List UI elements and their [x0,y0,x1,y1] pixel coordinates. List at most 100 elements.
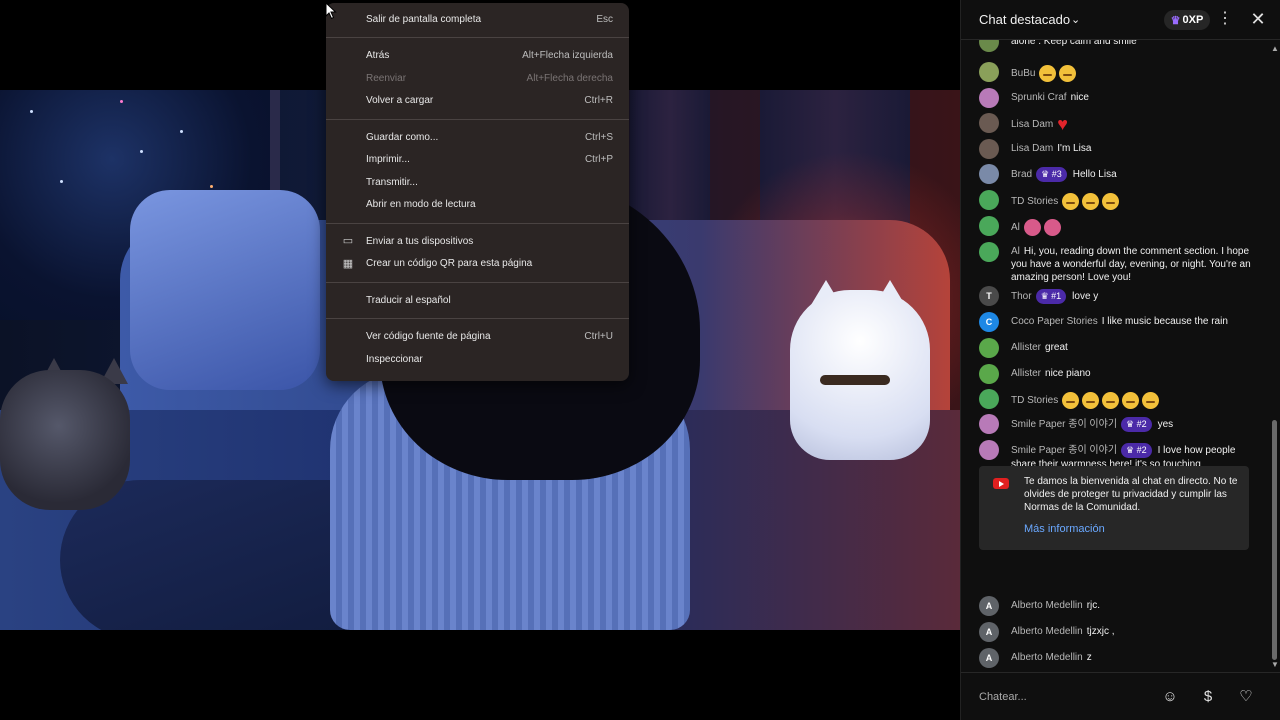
xp-badge[interactable]: ♛ 0XP [1164,10,1210,30]
menu-item[interactable]: Ver código fuente de página Ctrl+U [326,326,629,349]
message-body: Al [1011,219,1251,236]
avatar[interactable] [979,389,999,409]
scroll-up-icon[interactable]: ▲ [1271,44,1279,53]
chat-scrollbar[interactable]: ▲ ▼ [1269,40,1279,672]
screen: Salir de pantalla completa Esc Atrás Alt+Fl… [0,0,1280,720]
more-info-link[interactable]: Más información [1024,523,1105,535]
avatar[interactable] [979,113,999,133]
super-chat-icon[interactable]: $ [1197,686,1219,708]
author-name[interactable]: BuBu [1011,68,1035,79]
context-menu: Salir de pantalla completa Esc Atrás Alt+Fl… [326,3,629,381]
message-body: Allister nice piano [1011,367,1251,380]
message-text: I'm Lisa [1057,143,1092,154]
avatar[interactable] [979,216,999,236]
author-name[interactable]: Brad [1011,169,1032,180]
author-name[interactable]: Lisa Dam [1011,143,1053,154]
avatar[interactable]: A [979,596,999,616]
message-body: TD Stories [1011,193,1251,210]
avatar[interactable] [979,414,999,434]
menu-item-label: Inspeccionar [366,353,423,365]
message-text: rjc. [1086,600,1101,611]
sleepy-face-emoji [1062,193,1080,210]
menu-item-shortcut: Alt+Flecha derecha [526,72,613,84]
author-name[interactable]: Smile Paper 종이 이야기 [1011,445,1117,456]
author-name[interactable]: Allister [1011,368,1041,379]
menu-item-shortcut: Ctrl+S [584,131,613,143]
message-body: Sprunki Craf nice [1011,91,1251,104]
sad-face-emoji [1039,65,1057,82]
message-text: Hello Lisa [1072,169,1117,181]
couple-emoji [1043,219,1061,236]
menu-item-shortcut: Esc [596,13,613,25]
more-options-icon[interactable]: ⋮ [1217,10,1233,28]
close-icon[interactable]: ✕ [1249,9,1267,29]
avatar[interactable] [979,364,999,384]
menu-item-label: Imprimir... [366,154,410,166]
member-badge: ♛ #2 [1121,443,1152,458]
menu-item-label: Abrir en modo de lectura [366,199,476,211]
message-body: Lisa Dam I'm Lisa [1011,142,1251,155]
message-body: Al Hi, you, reading down the comment sect… [1011,245,1251,284]
chat-input[interactable] [979,687,1149,707]
scrollbar-thumb[interactable] [1272,420,1277,660]
author-name[interactable]: Thor [1011,291,1032,302]
message-body: TD Stories [1011,392,1251,409]
member-badge: ♛ #2 [1121,417,1152,432]
author-name[interactable]: TD Stories [1011,395,1058,406]
relieved-face-emoji [1062,392,1080,409]
menu-item[interactable]: Abrir en modo de lectura [326,194,629,217]
message-body: Thor ♛ #1 love y [1011,289,1251,304]
avatar[interactable]: A [979,648,999,668]
menu-item-label: Salir de pantalla completa [366,13,482,25]
avatar[interactable] [979,190,999,210]
menu-item[interactable]: ▦ Crear un código QR para esta página [326,253,629,276]
message-body: Alberto Medellin rjc. [1011,599,1251,612]
author-name[interactable]: Alberto Medellin [1011,652,1083,663]
author-name[interactable]: Allister [1011,342,1041,353]
avatar[interactable] [979,164,999,184]
menu-item[interactable]: Traducir al español [326,289,629,312]
author-name[interactable]: Smile Paper 종이 이야기 [1011,419,1117,430]
menu-item[interactable]: Imprimir... Ctrl+P [326,149,629,172]
menu-item[interactable]: Salir de pantalla completa Esc [326,8,629,31]
menu-separator [326,281,629,283]
author-name[interactable]: Sprunki Craf [1011,92,1067,103]
avatar[interactable]: C [979,312,999,332]
menu-item[interactable]: Atrás Alt+Flecha izquierda [326,45,629,68]
avatar[interactable] [979,242,999,262]
avatar[interactable] [979,440,999,460]
menu-item[interactable]: Guardar como... Ctrl+S [326,126,629,149]
emoji-icon[interactable]: ☺ [1159,686,1181,708]
scroll-down-icon[interactable]: ▼ [1271,660,1279,669]
author-name[interactable]: Al [1011,222,1020,233]
message-body: BuBu [1011,65,1251,82]
star [120,100,123,103]
avatar[interactable]: A [979,622,999,642]
author-name[interactable]: Alberto Medellin [1011,600,1083,611]
author-name[interactable]: Coco Paper Stories [1011,316,1098,327]
menu-item-shortcut: Ctrl+R [584,95,613,107]
avatar[interactable] [979,139,999,159]
menu-item-label: Volver a cargar [366,95,434,107]
author-name[interactable]: Alberto Medellin [1011,626,1083,637]
menu-item[interactable]: Inspeccionar [326,348,629,371]
relieved-face-emoji [1122,392,1140,409]
message-body: Brad ♛ #3 Hello Lisa [1011,167,1251,182]
menu-item[interactable]: ▭ Enviar a tus dispositivos [326,230,629,253]
author-name[interactable]: Lisa Dam [1011,119,1053,130]
chevron-down-icon[interactable]: ⌄ [1071,13,1080,26]
star [210,185,213,188]
author-name[interactable]: Al [1011,246,1020,257]
avatar[interactable] [979,338,999,358]
avatar[interactable] [979,62,999,82]
author-name[interactable]: TD Stories [1011,196,1058,207]
avatar[interactable] [979,88,999,108]
menu-item[interactable]: Volver a cargar Ctrl+R [326,90,629,113]
heart-icon[interactable]: ♡ [1235,686,1257,708]
avatar[interactable] [979,40,999,52]
chat-mode-title[interactable]: Chat destacado [979,12,1070,27]
menu-item[interactable]: Transmitir... [326,171,629,194]
avatar[interactable]: T [979,286,999,306]
star [180,130,183,133]
cushion [130,190,320,390]
